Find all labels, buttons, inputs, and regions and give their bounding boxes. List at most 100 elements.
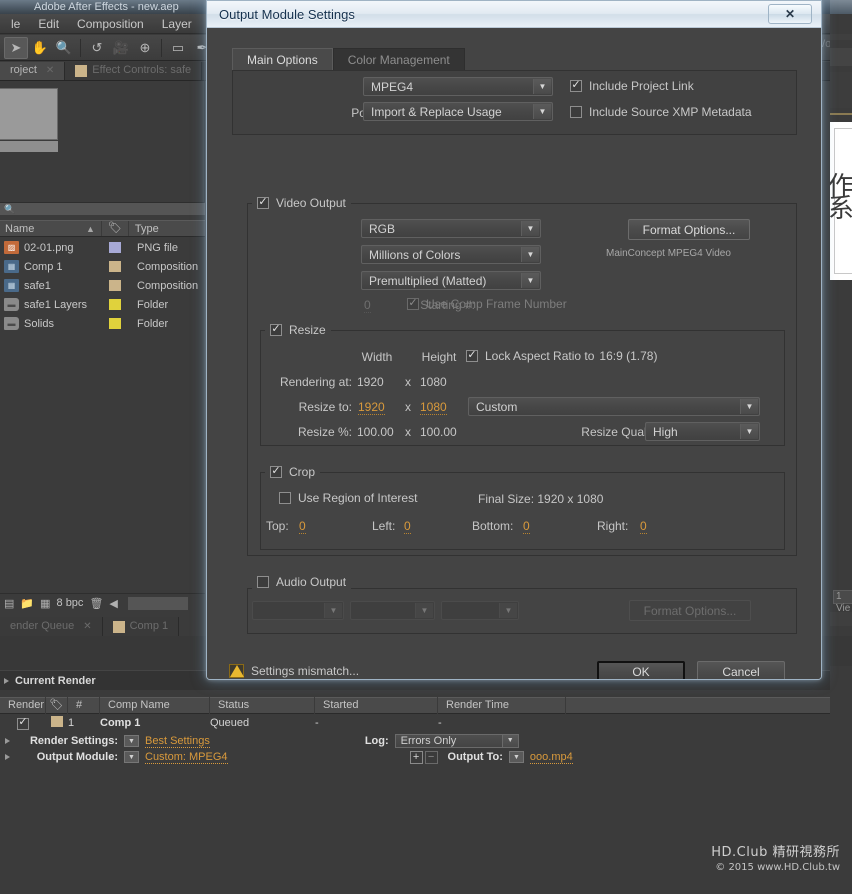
output-module-dropdown[interactable]: ▼ — [124, 751, 139, 763]
render-settings-dropdown[interactable]: ▼ — [124, 735, 139, 747]
output-module-row[interactable]: Output Module: ▼ Custom: MPEG4 + − Outpu… — [0, 749, 852, 765]
crop-left-value[interactable]: 0 — [404, 519, 411, 534]
render-queue-tab-strip[interactable]: ender Queue ✕ Comp 1 — [0, 617, 205, 636]
starting-number-value[interactable]: 0 — [364, 298, 371, 313]
log-dropdown[interactable]: Errors Only ▼ — [395, 734, 519, 748]
label-swatch[interactable] — [109, 318, 121, 329]
post-render-dropdown[interactable]: Import & Replace Usage ▼ — [363, 102, 553, 121]
tab-render-queue[interactable]: ender Queue ✕ — [0, 617, 103, 636]
column-render-time[interactable]: Render Time — [438, 697, 566, 714]
output-module-value[interactable]: Custom: MPEG4 — [145, 751, 228, 764]
resize-to-height[interactable]: 1080 — [420, 400, 447, 415]
tab-comp1[interactable]: Comp 1 — [103, 617, 180, 636]
list-item[interactable]: ▬ safe1 Layers Folder — [0, 295, 205, 314]
hand-icon[interactable]: ✋ — [28, 37, 52, 59]
rotate-icon[interactable]: ↺ — [85, 37, 109, 59]
ok-button[interactable]: OK — [597, 661, 685, 680]
scroll-left-icon[interactable]: ◀ — [109, 597, 117, 610]
list-item[interactable]: ▦ Comp 1 Composition — [0, 257, 205, 276]
tag-icon[interactable]: 🏷 — [101, 220, 129, 237]
shape-icon[interactable]: ▭ — [166, 37, 190, 59]
crop-bottom-value[interactable]: 0 — [523, 519, 530, 534]
column-render[interactable]: Render — [0, 697, 46, 714]
column-status[interactable]: Status — [210, 697, 315, 714]
format-dropdown[interactable]: MPEG4 ▼ — [363, 77, 553, 96]
crop-right-value[interactable]: 0 — [640, 519, 647, 534]
output-to-dropdown[interactable]: ▼ — [509, 751, 524, 763]
resize-checkbox[interactable] — [270, 324, 282, 336]
disclosure-triangle-icon[interactable] — [0, 751, 14, 763]
output-to-value[interactable]: ooo.mp4 — [530, 751, 573, 764]
audio-output-checkbox[interactable] — [257, 576, 269, 588]
sort-ascending-icon[interactable]: ▲ — [86, 224, 95, 234]
crop-top-value[interactable]: 0 — [299, 519, 306, 534]
resize-legend[interactable]: Resize — [265, 323, 331, 337]
menu-edit[interactable]: Edit — [29, 17, 68, 31]
include-project-link-row[interactable]: Include Project Link — [570, 79, 694, 93]
use-region-of-interest-row[interactable]: Use Region of Interest — [279, 491, 417, 505]
list-item[interactable]: ▦ safe1 Composition — [0, 276, 205, 295]
crop-legend[interactable]: Crop — [265, 465, 320, 479]
project-list-header[interactable]: Name ▲ 🏷 Type — [0, 220, 205, 237]
camera-icon[interactable]: 🎥 — [109, 37, 133, 59]
tab-main-options[interactable]: Main Options — [232, 48, 333, 70]
table-row[interactable]: 1 Comp 1 Queued - - — [0, 715, 852, 731]
footage-icon[interactable]: ▦ — [40, 597, 50, 610]
include-xmp-checkbox[interactable] — [570, 106, 582, 118]
arrow-icon[interactable]: ➤ — [4, 37, 28, 59]
new-folder-icon[interactable]: 📁 — [20, 597, 34, 610]
column-number[interactable]: # — [68, 697, 100, 714]
color-dropdown[interactable]: Premultiplied (Matted) ▼ — [361, 271, 541, 290]
close-icon[interactable]: ✕ — [83, 617, 91, 636]
render-settings-row[interactable]: Render Settings: ▼ Best Settings Log: Er… — [0, 733, 852, 749]
menu-layer[interactable]: Layer — [153, 17, 201, 31]
tab-color-management[interactable]: Color Management — [333, 48, 465, 70]
render-checkbox[interactable] — [0, 716, 46, 730]
label-swatch[interactable] — [109, 280, 121, 291]
project-footer-field[interactable] — [128, 597, 188, 610]
tag-icon[interactable]: 🏷 — [46, 697, 68, 714]
tab-project[interactable]: roject ✕ — [0, 62, 65, 80]
list-item[interactable]: ▨ 02-01.png PNG file — [0, 238, 205, 257]
resize-preset-dropdown[interactable]: Custom ▼ — [468, 397, 760, 416]
use-region-of-interest-checkbox[interactable] — [279, 492, 291, 504]
audio-output-legend[interactable]: Audio Output — [252, 575, 351, 589]
anchor-point-icon[interactable]: ⊕ — [133, 37, 157, 59]
close-icon[interactable]: ✕ — [46, 62, 54, 80]
dialog-tabs[interactable]: Main Options Color Management — [232, 48, 465, 70]
remove-output-module-button[interactable]: − — [425, 751, 438, 764]
label-swatch[interactable] — [109, 261, 121, 272]
cancel-button[interactable]: Cancel — [697, 661, 785, 680]
video-output-checkbox[interactable] — [257, 197, 269, 209]
include-project-link-checkbox[interactable] — [570, 80, 582, 92]
resize-quality-dropdown[interactable]: High ▼ — [645, 422, 760, 441]
channels-dropdown[interactable]: RGB ▼ — [361, 219, 541, 238]
lock-aspect-row[interactable]: Lock Aspect Ratio to 16:9 (1.78) — [466, 349, 657, 363]
column-comp-name[interactable]: Comp Name — [100, 697, 210, 714]
crop-checkbox[interactable] — [270, 466, 282, 478]
column-type[interactable]: Type — [129, 223, 159, 235]
render-settings-value[interactable]: Best Settings — [145, 735, 210, 748]
label-swatch[interactable] — [109, 242, 121, 253]
dialog-title-bar[interactable]: Output Module Settings ✕ — [207, 1, 821, 28]
resize-to-width[interactable]: 1920 — [358, 400, 385, 415]
project-footer-bar[interactable]: ▤ 📁 ▦ 8 bpc 🗑 ◀ — [0, 593, 205, 612]
close-icon[interactable]: ✕ — [768, 4, 812, 24]
disclosure-triangle-icon[interactable] — [0, 735, 14, 747]
label-swatch[interactable] — [109, 299, 121, 310]
row-label-swatch[interactable] — [46, 716, 68, 730]
disclosure-triangle-icon[interactable] — [4, 678, 9, 684]
list-item[interactable]: ▬ Solids Folder — [0, 314, 205, 333]
video-output-legend[interactable]: Video Output — [252, 196, 351, 210]
project-search-input[interactable]: 🔍 — [0, 202, 205, 215]
new-comp-icon[interactable]: ▤ — [4, 597, 14, 610]
delete-icon[interactable]: 🗑 — [89, 597, 103, 610]
menu-composition[interactable]: Composition — [68, 17, 153, 31]
tab-effect-controls[interactable]: Effect Controls: safe — [65, 62, 202, 80]
view-count-dropdown[interactable]: 1 Vie — [833, 590, 852, 604]
format-options-button[interactable]: Format Options... — [628, 219, 750, 240]
depth-dropdown[interactable]: Millions of Colors ▼ — [361, 245, 541, 264]
include-xmp-row[interactable]: Include Source XMP Metadata — [570, 105, 752, 119]
column-started[interactable]: Started — [315, 697, 438, 714]
column-name[interactable]: Name — [0, 223, 86, 235]
